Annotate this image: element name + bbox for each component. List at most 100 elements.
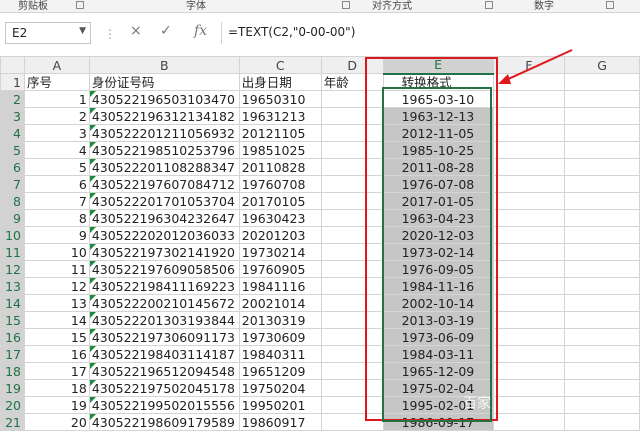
cell-id-number[interactable]: 430522198403114187 — [88, 345, 240, 363]
chevron-down-icon[interactable]: ▼ — [79, 26, 86, 36]
number-launcher-icon[interactable] — [606, 1, 614, 9]
cell-birth-date[interactable]: 19651209 — [238, 362, 322, 380]
empty-cell[interactable] — [492, 328, 566, 346]
row-header[interactable]: 6 — [0, 158, 25, 176]
cell-age[interactable] — [320, 107, 384, 125]
cell-birth-date[interactable]: 19840311 — [238, 345, 322, 363]
clipboard-launcher-icon[interactable] — [76, 1, 84, 9]
empty-cell[interactable] — [564, 158, 640, 176]
cell-id-number[interactable]: 430522197302141920 — [88, 243, 240, 261]
row-header[interactable]: 11 — [0, 243, 25, 261]
cell-seq[interactable]: 20 — [23, 413, 90, 431]
cell-age[interactable] — [320, 124, 384, 142]
cell-id-number[interactable]: 430522197502045178 — [88, 379, 240, 397]
empty-cell[interactable] — [564, 175, 640, 193]
cell-seq[interactable]: 3 — [23, 124, 90, 142]
row-header[interactable]: 8 — [0, 192, 25, 210]
cell-seq[interactable]: 17 — [23, 362, 90, 380]
cell-birth-date[interactable]: 19851025 — [238, 141, 322, 159]
row-header[interactable]: 17 — [0, 345, 25, 363]
cell-converted-date[interactable]: 1963-04-23 — [382, 209, 494, 227]
empty-cell[interactable] — [492, 379, 566, 397]
cell-birth-date[interactable]: 19760708 — [238, 175, 322, 193]
empty-cell[interactable] — [564, 107, 640, 125]
empty-cell[interactable] — [492, 311, 566, 329]
cell-converted-date[interactable]: 2011-08-28 — [382, 158, 494, 176]
cell-converted-date[interactable]: 1965-12-09 — [382, 362, 494, 380]
empty-cell[interactable] — [564, 124, 640, 142]
cell-age[interactable] — [320, 243, 384, 261]
row-header[interactable]: 18 — [0, 362, 25, 380]
empty-cell[interactable] — [492, 362, 566, 380]
enter-check-icon[interactable]: ✓ — [160, 23, 172, 39]
cell-seq[interactable]: 18 — [23, 379, 90, 397]
formula-input[interactable]: =TEXT(C2,"0-00-00") — [221, 22, 635, 44]
empty-cell[interactable] — [564, 311, 640, 329]
row-header[interactable]: 16 — [0, 328, 25, 346]
cell-id-number[interactable]: 430522197607084712 — [88, 175, 240, 193]
cell-seq[interactable]: 4 — [23, 141, 90, 159]
cell-seq[interactable]: 7 — [23, 192, 90, 210]
cell-id-number[interactable]: 430522201701053704 — [88, 192, 240, 210]
cell-seq[interactable]: 5 — [23, 158, 90, 176]
cell-id-number[interactable]: 430522196503103470 — [88, 90, 240, 108]
cell-age[interactable] — [320, 362, 384, 380]
cell-id-number[interactable]: 430522201211056932 — [88, 124, 240, 142]
cell-seq[interactable]: 15 — [23, 328, 90, 346]
cell-converted-date[interactable]: 2013-03-19 — [382, 311, 494, 329]
empty-cell[interactable] — [492, 73, 566, 91]
row-header[interactable]: 12 — [0, 260, 25, 278]
cell-birth-date[interactable]: 19950201 — [238, 396, 322, 414]
cell-converted-date[interactable]: 1973-02-14 — [382, 243, 494, 261]
ribbon-group-number[interactable]: 数字 — [534, 0, 554, 12]
cell-id-number[interactable]: 430522200210145672 — [88, 294, 240, 312]
empty-cell[interactable] — [564, 345, 640, 363]
cell-id-number[interactable]: 430522197609058506 — [88, 260, 240, 278]
empty-cell[interactable] — [564, 294, 640, 312]
insert-function-icon[interactable]: fx — [194, 23, 207, 39]
empty-cell[interactable] — [492, 413, 566, 431]
cell-converted-date[interactable]: 2017-01-05 — [382, 192, 494, 210]
header-cell-format[interactable]: 转换格式 — [382, 73, 494, 91]
cell-birth-date[interactable]: 19860917 — [238, 413, 322, 431]
empty-cell[interactable] — [492, 396, 566, 414]
cell-birth-date[interactable]: 20201203 — [238, 226, 322, 244]
cell-seq[interactable]: 16 — [23, 345, 90, 363]
column-header-a[interactable]: A — [23, 56, 90, 74]
cell-birth-date[interactable]: 19841116 — [238, 277, 322, 295]
row-header[interactable]: 5 — [0, 141, 25, 159]
column-header-g[interactable]: G — [564, 56, 640, 74]
row-header[interactable]: 4 — [0, 124, 25, 142]
empty-cell[interactable] — [492, 124, 566, 142]
cell-birth-date[interactable]: 19730609 — [238, 328, 322, 346]
name-box[interactable]: E2 ▼ — [5, 22, 91, 44]
cell-id-number[interactable]: 430522198510253796 — [88, 141, 240, 159]
cell-age[interactable] — [320, 226, 384, 244]
cell-converted-date[interactable]: 1986-09-17 — [382, 413, 494, 431]
cell-id-number[interactable]: 430522196312134182 — [88, 107, 240, 125]
cell-birth-date[interactable]: 19650310 — [238, 90, 322, 108]
cell-seq[interactable]: 10 — [23, 243, 90, 261]
row-header[interactable]: 20 — [0, 396, 25, 414]
empty-cell[interactable] — [492, 243, 566, 261]
cell-age[interactable] — [320, 141, 384, 159]
empty-cell[interactable] — [564, 260, 640, 278]
empty-cell[interactable] — [492, 345, 566, 363]
cell-seq[interactable]: 2 — [23, 107, 90, 125]
cell-id-number[interactable]: 430522196304232647 — [88, 209, 240, 227]
empty-cell[interactable] — [492, 209, 566, 227]
empty-cell[interactable] — [492, 260, 566, 278]
cell-converted-date[interactable]: 1984-03-11 — [382, 345, 494, 363]
empty-cell[interactable] — [492, 141, 566, 159]
cell-birth-date[interactable]: 19730214 — [238, 243, 322, 261]
header-cell-age[interactable]: 年龄 — [320, 73, 384, 91]
row-header[interactable]: 19 — [0, 379, 25, 397]
row-header[interactable]: 9 — [0, 209, 25, 227]
cell-converted-date[interactable]: 1976-07-08 — [382, 175, 494, 193]
cell-id-number[interactable]: 430522199502015556 — [88, 396, 240, 414]
cell-birth-date[interactable]: 20130319 — [238, 311, 322, 329]
cell-birth-date[interactable]: 19760905 — [238, 260, 322, 278]
empty-cell[interactable] — [564, 73, 640, 91]
empty-cell[interactable] — [564, 413, 640, 431]
column-header-d[interactable]: D — [320, 56, 384, 74]
